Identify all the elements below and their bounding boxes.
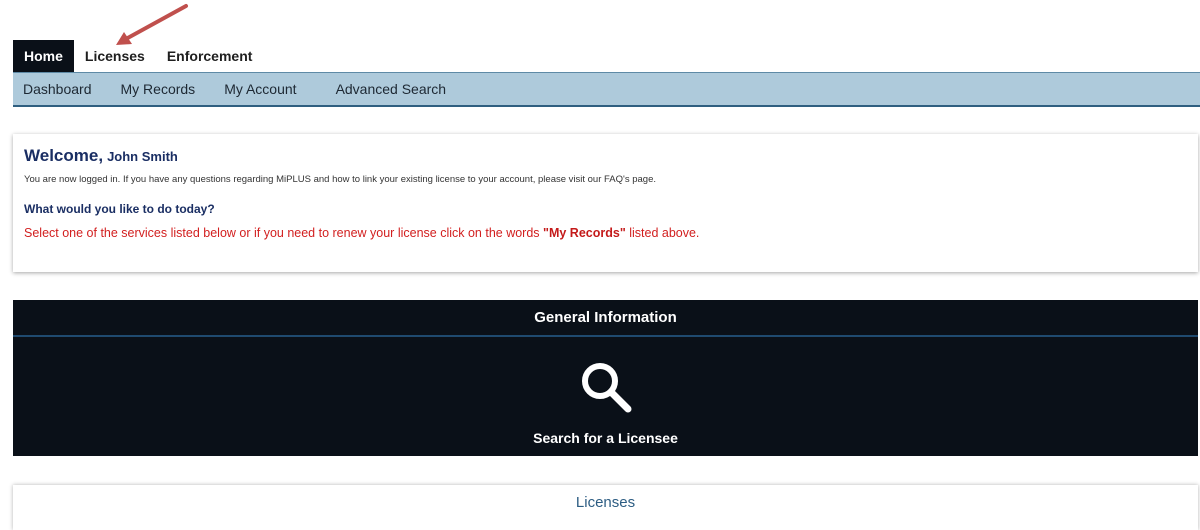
tab-enforcement-label: Enforcement: [166, 48, 253, 64]
todo-question: What would you like to do today?: [24, 202, 215, 216]
general-information-title: General Information: [534, 309, 677, 326]
tab-licenses-label: Licenses: [84, 48, 145, 64]
user-name: John Smith: [107, 149, 178, 164]
tab-home[interactable]: Home: [13, 40, 74, 78]
licenses-section: Licenses: [13, 485, 1198, 530]
sub-nav-bar: Dashboard My Records My Account Advanced…: [13, 72, 1200, 107]
search-licensee-tile[interactable]: Search for a Licensee: [13, 360, 1198, 446]
nav-dashboard-link[interactable]: Dashboard: [23, 81, 92, 97]
general-information-panel: General Information Search for a License…: [13, 300, 1198, 456]
tab-licenses[interactable]: Licenses: [74, 40, 156, 72]
nav-my-records-link[interactable]: My Records: [121, 81, 196, 97]
instruction-text-end: listed above.: [625, 226, 700, 240]
licenses-section-title: Licenses: [575, 494, 636, 511]
instruction-my-records-emphasis: "My Records": [543, 226, 626, 240]
welcome-greeting: Welcome,: [24, 146, 104, 165]
welcome-heading: Welcome, John Smith: [24, 146, 1187, 166]
search-icon: [581, 363, 631, 413]
general-information-header: General Information: [13, 300, 1198, 337]
renew-instruction: Select one of the services listed below …: [24, 226, 1187, 240]
top-tab-bar: Home Licenses Enforcement: [13, 40, 264, 78]
logged-in-message: You are now logged in. If you have any q…: [24, 174, 656, 185]
tab-home-label: Home: [24, 48, 63, 64]
search-licensee-label: Search for a Licensee: [533, 430, 678, 446]
welcome-card: Welcome, John Smith You are now logged i…: [13, 134, 1198, 272]
instruction-text-start: Select one of the services listed below …: [24, 226, 544, 240]
tab-enforcement[interactable]: Enforcement: [156, 40, 264, 72]
nav-advanced-search-link[interactable]: Advanced Search: [336, 81, 447, 97]
nav-my-account-link[interactable]: My Account: [224, 81, 296, 97]
